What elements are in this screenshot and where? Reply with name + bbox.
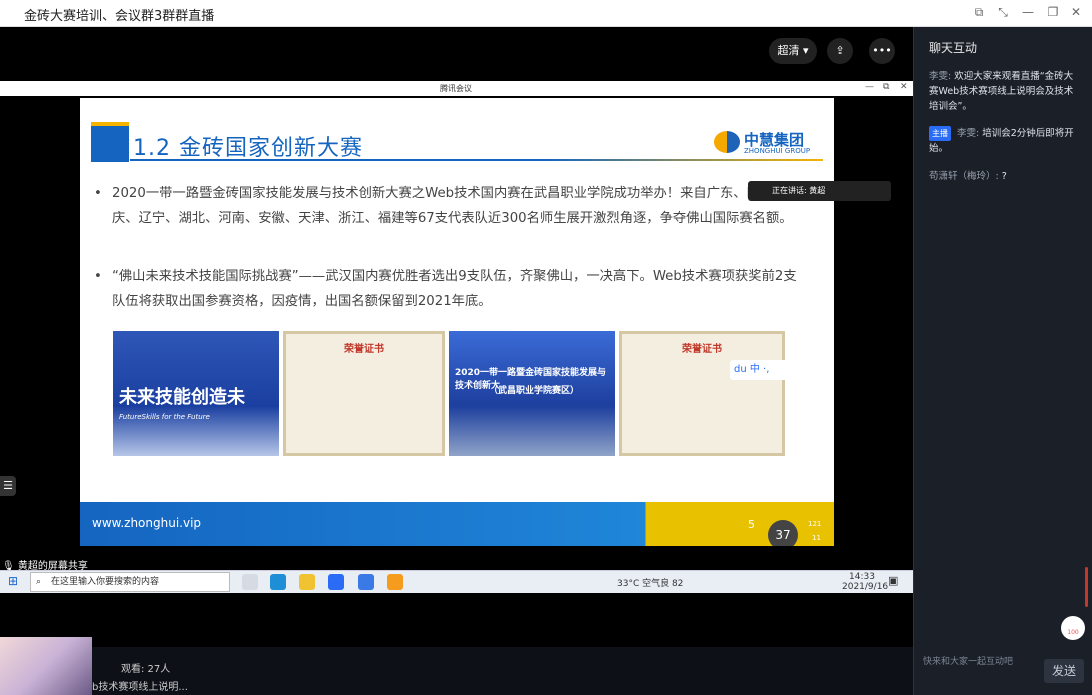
chat-message: 苟潇轩（梅玲）: ? — [929, 169, 1081, 184]
close-button[interactable]: ✕ — [1068, 4, 1084, 20]
meeting-minimize-icon: — — [865, 82, 874, 92]
speaking-text: 正在讲话: 黄超 — [772, 186, 826, 195]
photo-stage-subtext: FutureSkills for the Future — [119, 413, 210, 421]
quality-selector[interactable]: 超清 ▾ — [769, 38, 817, 64]
notification-icon: ▣ — [888, 574, 899, 587]
like-button[interactable]: 100 — [1061, 616, 1085, 640]
chat-sender: 苟潇轩（梅玲）: — [929, 171, 999, 182]
clock-time: 14:33 — [849, 572, 875, 582]
chat-sender: 李雯: — [957, 128, 980, 139]
taskbar-search: ⌕ 在这里输入你要搜索的内容 — [30, 572, 230, 592]
page-number: 5 — [748, 518, 755, 531]
more-button[interactable]: ••• — [869, 38, 895, 64]
logo-en: ZHONGHUI GROUP — [744, 147, 811, 155]
logo-mark-icon — [714, 131, 740, 153]
edge-icon — [270, 574, 286, 590]
app-icon-orange — [387, 574, 403, 590]
chat-sender: 李雯: — [929, 71, 952, 82]
ime-toolbar[interactable]: du 中 ·, — [730, 360, 830, 380]
upload-speed: 121 — [808, 520, 822, 528]
search-icon: ⌕ — [36, 577, 42, 587]
share-icon[interactable]: ⇪ — [827, 38, 853, 64]
chat-panel: 聊天互动 李雯: 欢迎大家来观看直播“金砖大赛Web技术赛项线上说明会及技术培训… — [913, 27, 1092, 695]
taskbar: ⊞ ⌕ 在这里输入你要搜索的内容 33°C 空气良 82 14:33 2021/… — [0, 570, 913, 593]
bullet-text: 2020一带一路暨金砖国家技能发展与技术创新大赛之Web技术国内赛在武昌职业学院… — [112, 186, 800, 226]
slide-url: www.zhonghui.vip — [92, 516, 202, 530]
viewer-count: 观看: 27人 — [121, 664, 171, 675]
taskbar-search-placeholder: 在这里输入你要搜索的内容 — [51, 577, 160, 587]
chat-message: 李雯: 欢迎大家来观看直播“金砖大赛Web技术赛项线上说明会及技术培训会”。 — [929, 69, 1081, 114]
weather: 33°C 空气良 82 — [617, 579, 684, 589]
slide-bullet-1: • 2020一带一路暨金砖国家技能发展与技术创新大赛之Web技术国内赛在武昌职业… — [94, 181, 804, 231]
chat-text: 欢迎大家来观看直播“金砖大赛Web技术赛项线上说明会及技术培训会”。 — [929, 71, 1074, 112]
chat-input[interactable]: 快来和大家一起互动吧 — [923, 654, 1013, 667]
slide-footer: www.zhonghui.vip 5 37 121 11 — [80, 502, 834, 546]
restore-button[interactable]: ❐ — [1045, 4, 1061, 20]
photo-certificate-1: 荣誉证书 — [283, 331, 445, 456]
title-bar: 金砖大赛培训、会议群3群群直播 ⧉ ⤡ — ❐ ✕ — [0, 0, 1092, 27]
slide-heading: 1.2 金砖国家创新大赛 — [133, 136, 363, 161]
folder-icon — [299, 574, 315, 590]
slide-heading-rule — [130, 159, 823, 161]
photo-stage-text: 未来技能创造未 — [119, 387, 245, 408]
bullet-text: “佛山未来技术技能国际挑战赛”——武汉国内赛优胜者选出9支队伍，齐聚佛山，一决高… — [112, 269, 797, 309]
clock-date: 2021/9/16 — [842, 582, 889, 592]
slide-bullet-2: • “佛山未来技术技能国际挑战赛”——武汉国内赛优胜者选出9支队伍，齐聚佛山，一… — [94, 264, 804, 314]
task-view-icon — [242, 574, 258, 590]
chat-message: 主播 李雯: 培训会2分钟后即将开始。 — [929, 126, 1081, 156]
windows-start-icon: ⊞ — [8, 574, 19, 588]
photo-backdrop-subtext: （武昌职业学院赛区） — [489, 386, 580, 396]
photo-certificate-2: 荣誉证书 — [619, 331, 785, 456]
speaking-indicator: 正在讲话: 黄超 — [748, 181, 891, 201]
certificate-title: 荣誉证书 — [344, 344, 384, 355]
host-avatar[interactable] — [0, 637, 92, 695]
minimize-button[interactable]: — — [1020, 4, 1036, 20]
meeting-title: 腾讯会议 — [440, 84, 472, 93]
meeting-app-icon — [328, 574, 344, 590]
chat-title: 聊天互动 — [929, 41, 978, 55]
slide-accent-block — [91, 126, 129, 162]
network-percent: 37 — [768, 520, 798, 546]
certificate-title: 荣誉证书 — [682, 344, 722, 355]
list-toggle-icon[interactable]: ☰ — [0, 476, 16, 496]
send-button[interactable]: 发送 — [1044, 659, 1084, 683]
app-icon-blue — [358, 574, 374, 590]
window-title: 金砖大赛培训、会议群3群群直播 — [24, 9, 215, 24]
live-title: b技术赛项线上说明... — [92, 682, 188, 693]
meeting-restore-icon: ⧉ — [883, 82, 890, 92]
meeting-title-bar: 腾讯会议 — ⧉ ✕ — [0, 81, 913, 96]
host-badge: 主播 — [929, 126, 951, 141]
meeting-close-icon: ✕ — [900, 82, 908, 92]
photo-event-stage: 未来技能创造未 FutureSkills for the Future — [113, 331, 279, 456]
like-count: 100 — [1067, 629, 1079, 636]
photo-event-backdrop: 2020一带一路暨金砖国家技能发展与技术创新大 （武昌职业学院赛区） — [449, 331, 615, 456]
presentation-slide: 1.2 金砖国家创新大赛 中慧集团 ZHONGHUI GROUP • 2020一… — [80, 98, 834, 546]
download-speed: 11 — [812, 534, 821, 542]
volume-slider[interactable] — [1085, 567, 1088, 607]
fullscreen-icon[interactable]: ⤡ — [995, 4, 1011, 20]
quality-label: 超清 — [777, 44, 800, 57]
chat-text: ? — [1001, 171, 1007, 182]
popout-icon[interactable]: ⧉ — [971, 4, 987, 20]
